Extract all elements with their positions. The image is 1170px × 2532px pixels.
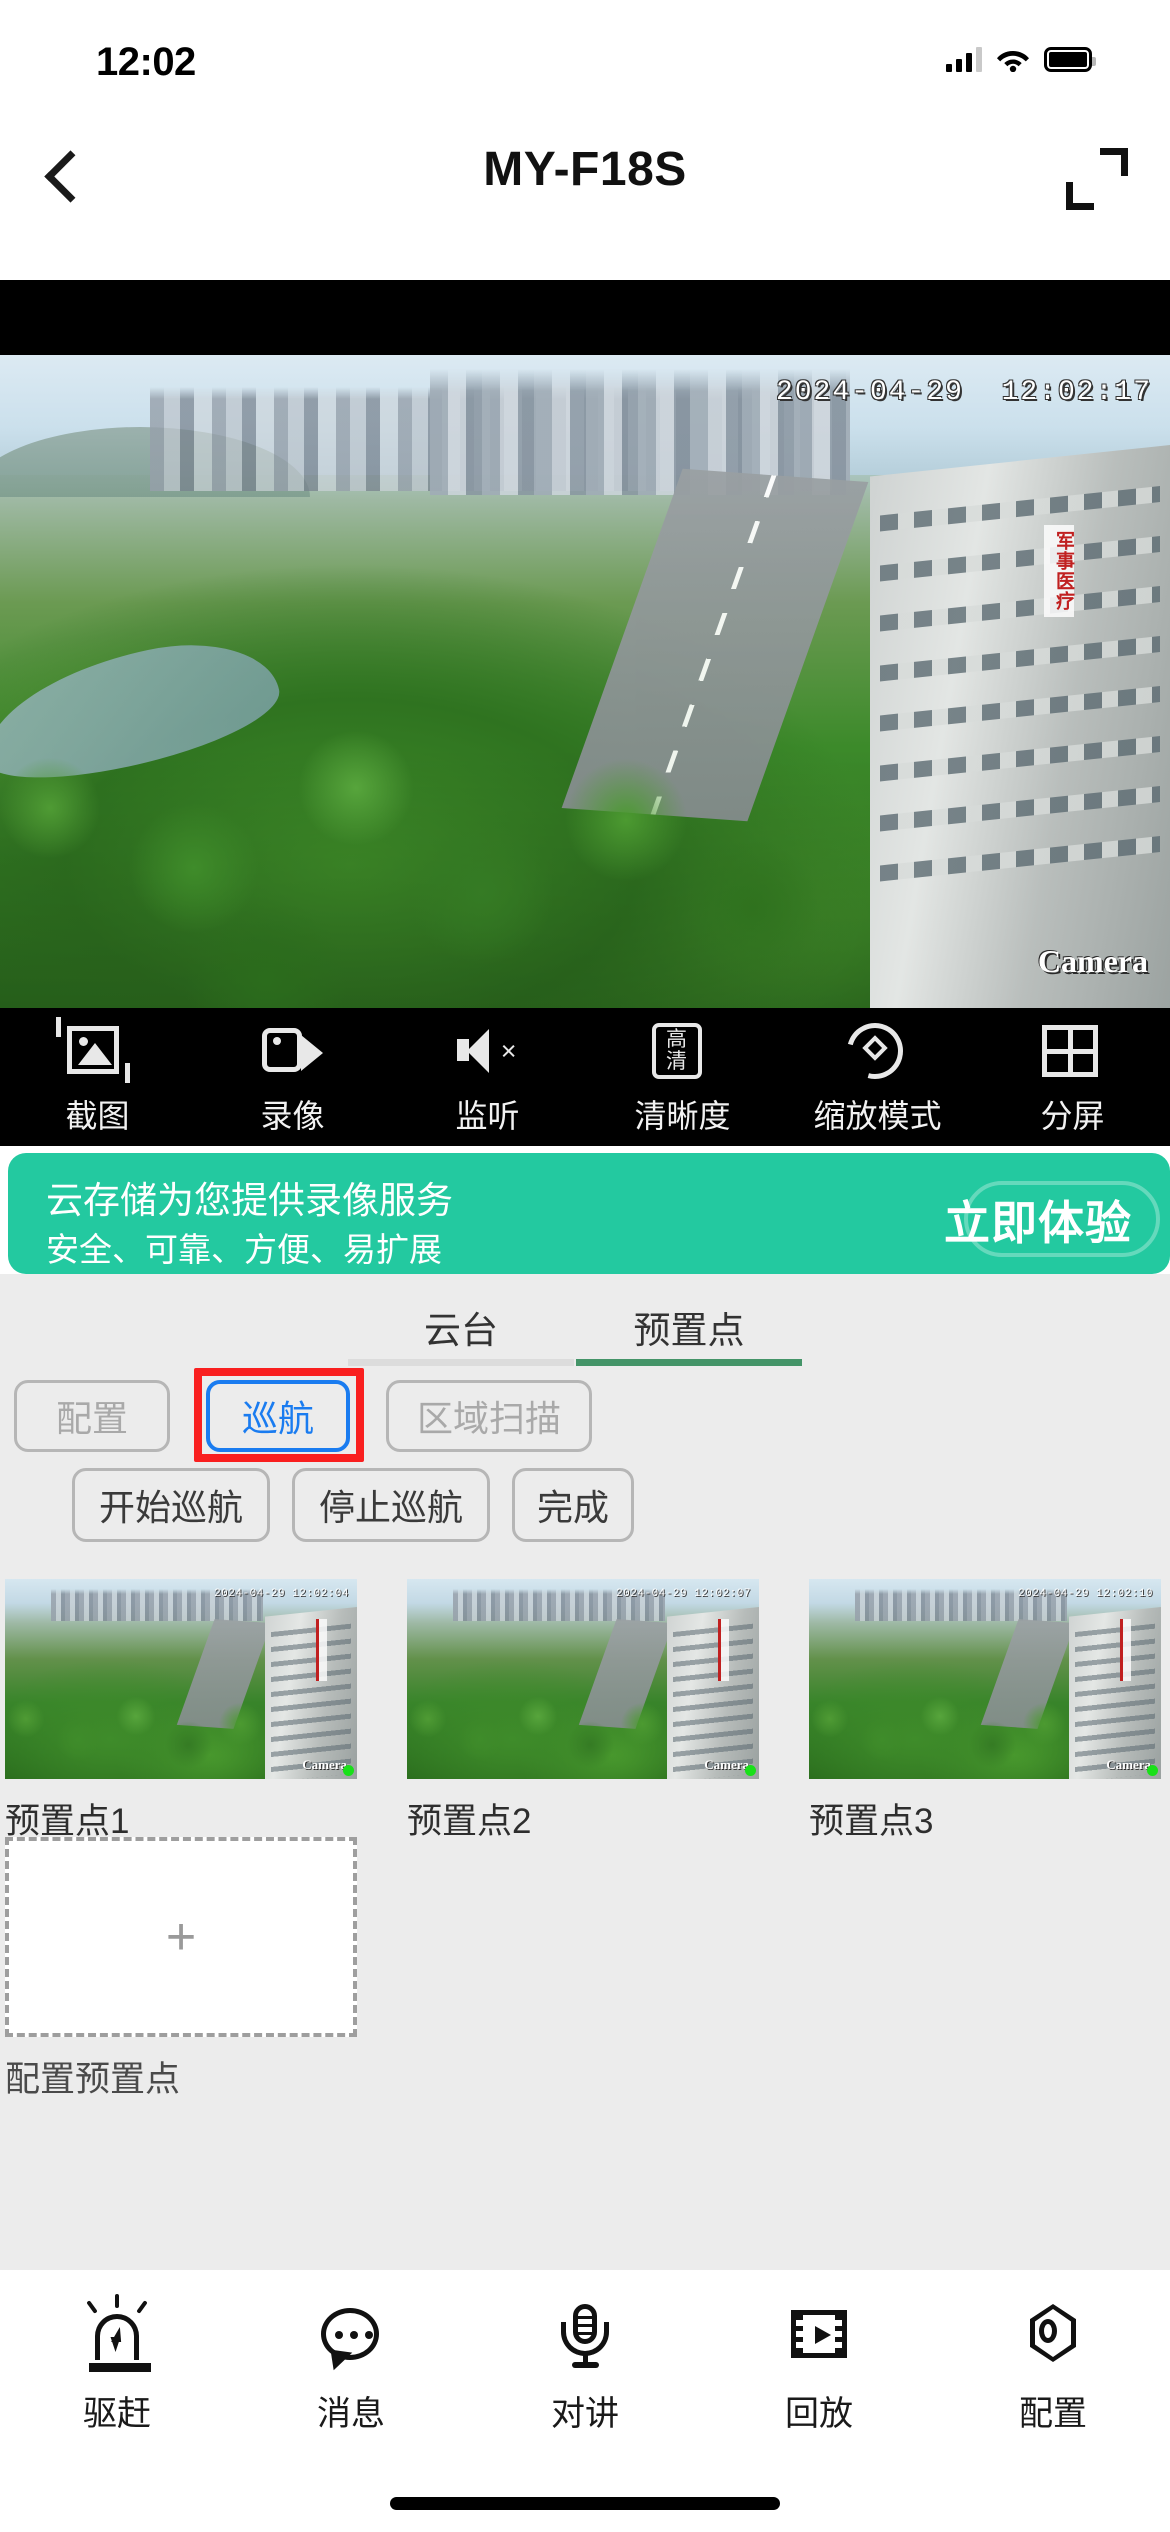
banner-cta-button[interactable]: 立即体验 <box>928 1179 1148 1261</box>
bottom-nav-bar: 驱赶 消息 对讲 回放 配置 <box>0 2270 1170 2460</box>
tab-ptz[interactable]: 云台 <box>348 1290 574 1366</box>
toolbar-label-split-screen: 分屏 <box>1040 1098 1105 1134</box>
preset-thumbnail[interactable]: 2024-04-29 12:02:04 Camera <box>5 1579 357 1779</box>
start-cruise-button[interactable]: 开始巡航 <box>72 1468 270 1542</box>
plus-icon: + <box>165 1908 197 1966</box>
toolbar-label-record: 录像 <box>260 1098 325 1134</box>
message-bubble-icon <box>315 2296 387 2370</box>
stop-cruise-button[interactable]: 停止巡航 <box>292 1468 490 1542</box>
snapshot-icon <box>55 1017 130 1083</box>
video-building <box>870 445 1170 1008</box>
tab-ptz-label: 云台 <box>424 1310 498 1351</box>
preset-item[interactable]: 2024-04-29 12:02:10 Camera 预置点3 <box>809 1579 1161 1844</box>
siren-alarm-icon <box>81 2294 153 2372</box>
bottom-nav-item-messages[interactable]: 消息 <box>234 2296 468 2435</box>
preset-item[interactable]: 2024-04-29 12:02:07 Camera 预置点2 <box>407 1579 759 1844</box>
page-title: MY-F18S <box>483 143 687 196</box>
split-screen-icon <box>1041 1019 1104 1081</box>
tab-preset-label: 预置点 <box>633 1310 745 1351</box>
preset-thumbnail[interactable]: 2024-04-29 12:02:07 Camera <box>407 1579 759 1779</box>
hd-badge-text: 高清 <box>651 1023 702 1079</box>
ptz-tabs: 云台 预置点 <box>0 1290 1170 1366</box>
mode-button-cruise[interactable]: 巡航 <box>206 1380 350 1452</box>
preset-thumb-timestamp: 2024-04-29 12:02:04 <box>214 1588 349 1600</box>
fullscreen-expand-icon[interactable] <box>1066 148 1128 210</box>
status-bar: 12:02 <box>0 0 1170 104</box>
toolbar-label-snapshot: 截图 <box>65 1098 130 1134</box>
video-toolbar: 截图 录像 × 监听 高清 清晰度 缩放模式 分屏 <box>0 1010 1170 1146</box>
video-building-sign: 军事医疗 <box>1044 525 1074 617</box>
status-bar-indicators <box>946 46 1096 72</box>
settings-hex-icon <box>1017 2296 1089 2370</box>
wifi-icon <box>997 51 1029 72</box>
action-button-row: 开始巡航 停止巡航 完成 <box>0 1462 1170 1548</box>
tab-preset-underline <box>576 1359 802 1366</box>
bottom-nav-label-deter: 驱赶 <box>83 2395 151 2433</box>
preset-thumb-watermark: Camera <box>302 1757 347 1772</box>
bottom-nav-label-intercom: 对讲 <box>551 2395 619 2433</box>
home-indicator[interactable] <box>390 2497 780 2510</box>
battery-icon <box>1044 46 1096 72</box>
zoom-mode-icon <box>836 1012 913 1090</box>
preset-status-led <box>1147 1765 1158 1776</box>
nav-bar: MY-F18S <box>0 104 1170 252</box>
video-watermark: Camera <box>1037 943 1148 979</box>
mode-button-area-scan[interactable]: 区域扫描 <box>386 1380 592 1452</box>
preset-thumb-watermark: Camera <box>704 1757 749 1772</box>
banner-line2: 安全、可靠、方便、易扩展 <box>46 1231 442 1268</box>
preset-item[interactable]: 2024-04-29 12:02:04 Camera 预置点1 <box>5 1579 357 1844</box>
preset-status-led <box>745 1765 756 1776</box>
preset-thumb-timestamp: 2024-04-29 12:02:10 <box>1018 1588 1153 1600</box>
done-button[interactable]: 完成 <box>512 1468 634 1542</box>
video-trees <box>0 628 860 1008</box>
listen-muted-icon: × <box>456 1019 519 1081</box>
toolbar-item-listen[interactable]: × 监听 <box>390 1019 585 1137</box>
bottom-nav-label-playback: 回放 <box>785 2395 853 2433</box>
preset-thumb-timestamp: 2024-04-29 12:02:07 <box>616 1588 751 1600</box>
phone-screen: 12:02 MY-F18S 军事医疗 2024-04-29 12:02:17 C… <box>0 0 1170 2532</box>
toolbar-label-quality: 清晰度 <box>634 1098 731 1134</box>
bottom-nav-item-deter[interactable]: 驱赶 <box>0 2294 234 2435</box>
playback-film-icon <box>783 2296 855 2370</box>
hd-quality-icon: 高清 <box>651 1019 714 1081</box>
toolbar-item-split-screen[interactable]: 分屏 <box>975 1019 1170 1137</box>
toolbar-item-zoom-mode[interactable]: 缩放模式 <box>780 1012 975 1137</box>
preset-label: 预置点3 <box>809 1802 934 1841</box>
toolbar-item-snapshot[interactable]: 截图 <box>0 1017 195 1137</box>
toolbar-label-listen: 监听 <box>455 1098 520 1134</box>
preset-label: 预置点2 <box>407 1802 532 1841</box>
tab-ptz-underline <box>348 1359 574 1366</box>
bottom-nav-item-intercom[interactable]: 对讲 <box>468 2296 702 2435</box>
preset-thumbnail[interactable]: 2024-04-29 12:02:10 Camera <box>809 1579 1161 1779</box>
bottom-nav-item-playback[interactable]: 回放 <box>702 2296 936 2435</box>
bottom-nav-label-settings: 配置 <box>1019 2395 1087 2433</box>
bottom-nav-item-settings[interactable]: 配置 <box>936 2296 1170 2435</box>
cellular-signal-icon <box>946 46 982 72</box>
add-preset-label: 配置预置点 <box>5 2060 181 2099</box>
tab-preset[interactable]: 预置点 <box>576 1290 802 1366</box>
mode-button-row: 配置 巡航 区域扫描 <box>0 1368 1170 1462</box>
bottom-nav-label-messages: 消息 <box>317 2395 385 2433</box>
mode-button-config[interactable]: 配置 <box>14 1380 170 1452</box>
toolbar-label-zoom-mode: 缩放模式 <box>813 1098 942 1134</box>
video-live-frame[interactable]: 军事医疗 2024-04-29 12:02:17 Camera <box>0 355 1170 1008</box>
add-preset-box[interactable]: + <box>5 1837 357 2037</box>
microphone-intercom-icon <box>549 2296 621 2370</box>
preset-status-led <box>343 1765 354 1776</box>
record-icon <box>261 1019 324 1081</box>
toolbar-item-record[interactable]: 录像 <box>195 1019 390 1137</box>
preset-thumb-watermark: Camera <box>1106 1757 1151 1772</box>
toolbar-item-quality[interactable]: 高清 清晰度 <box>585 1019 780 1137</box>
cloud-storage-banner[interactable]: 云存储为您提供录像服务 安全、可靠、方便、易扩展 立即体验 <box>8 1153 1170 1274</box>
video-timestamp: 2024-04-29 12:02:17 <box>775 377 1152 408</box>
status-bar-time: 12:02 <box>96 40 196 84</box>
banner-line1: 云存储为您提供录像服务 <box>46 1180 453 1221</box>
ptz-panel: 云台 预置点 配置 巡航 区域扫描 开始巡航 停止巡航 完成 2024-04-2… <box>0 1274 1170 2270</box>
add-preset-item[interactable]: + 配置预置点 <box>5 1837 357 2102</box>
